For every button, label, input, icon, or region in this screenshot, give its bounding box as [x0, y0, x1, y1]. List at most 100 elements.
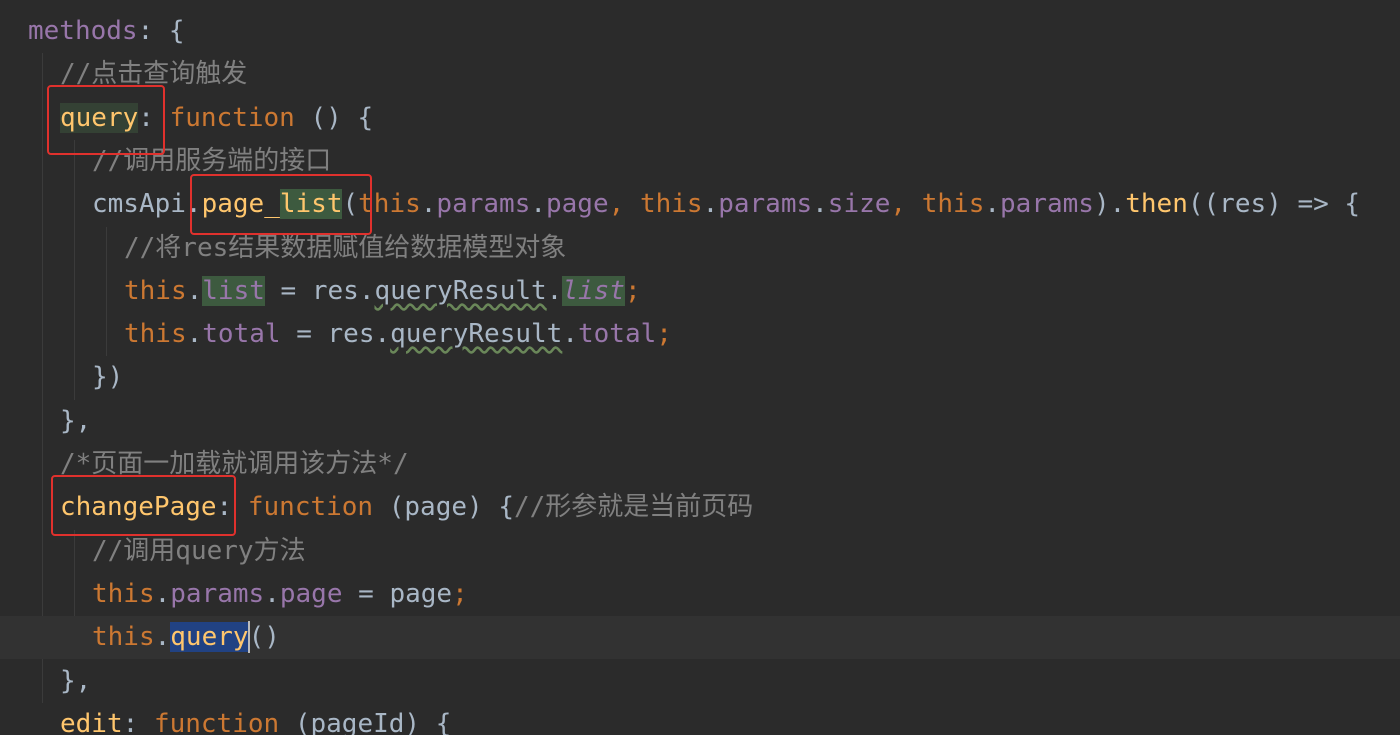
code-token: = res. — [264, 275, 375, 306]
code-token: params — [718, 189, 813, 220]
code-token: params — [1000, 189, 1094, 220]
code-token: then — [1125, 189, 1188, 220]
code-token: (page) { — [373, 492, 514, 523]
code-line[interactable]: //调用query方法 — [0, 530, 1400, 573]
code-token: methods — [28, 16, 138, 46]
code-line[interactable]: /*页面一加载就调用该方法*/ — [0, 443, 1400, 486]
code-line-content: //调用服务端的接口 — [92, 140, 331, 183]
code-line-content: }, — [60, 400, 91, 443]
code-token: page — [546, 189, 609, 220]
code-token: this — [921, 189, 985, 220]
code-token: = res. — [280, 319, 391, 350]
code-token: page_ — [201, 189, 280, 220]
code-line[interactable]: changePage: function (page) {//形参就是当前页码 — [0, 486, 1400, 529]
code-token: queryResult — [390, 319, 563, 350]
code-line-content: //将res结果数据赋值给数据模型对象 — [124, 227, 566, 270]
code-token: this — [124, 319, 187, 350]
code-token: this — [92, 578, 155, 609]
code-token: }, — [60, 665, 92, 696]
code-token: list — [279, 189, 343, 220]
code-line[interactable]: }) — [0, 356, 1400, 399]
code-token: . — [984, 189, 1001, 220]
code-line-content: changePage: function (page) {//形参就是当前页码 — [60, 486, 753, 529]
code-token: ; — [624, 275, 641, 306]
code-token: size — [827, 189, 891, 220]
code-token: function — [247, 492, 374, 523]
code-token: edit — [60, 708, 123, 735]
code-token: this — [124, 275, 187, 306]
code-token: ). — [1093, 189, 1126, 220]
code-token: . — [186, 319, 203, 350]
code-token: this — [92, 622, 155, 653]
code-token: query — [60, 102, 139, 133]
code-token: this — [358, 189, 421, 220]
code-token: ; — [656, 319, 672, 350]
code-token: . — [186, 275, 203, 306]
code-token: }) — [92, 362, 124, 393]
code-line[interactable]: this.params.page = page; — [0, 573, 1400, 616]
code-token: . — [154, 622, 171, 653]
code-token: (pageId) { — [279, 708, 452, 735]
code-line[interactable]: this.query() — [0, 616, 1400, 660]
code-line-content: }, — [60, 660, 91, 703]
code-token: . — [546, 275, 563, 306]
code-line[interactable]: methods: { — [0, 10, 1400, 53]
code-line[interactable]: query: function () { — [0, 97, 1400, 140]
code-token: ((res) => { — [1187, 189, 1361, 220]
code-token: params — [170, 578, 265, 609]
code-line[interactable]: //将res结果数据赋值给数据模型对象 — [0, 227, 1400, 270]
code-line-content: edit: function (pageId) { — [60, 703, 451, 735]
code-line-content: //点击查询触发 — [60, 53, 247, 96]
code-line[interactable]: this.total = res.queryResult.total; — [0, 313, 1400, 356]
code-token: function — [153, 708, 280, 735]
code-token: cmsApi. — [92, 189, 202, 220]
code-editor[interactable]: methods: { //点击查询触发 query: function () { //… — [0, 0, 1400, 735]
code-token: //调用query方法 — [92, 535, 306, 566]
code-line-content: //调用query方法 — [92, 530, 306, 573]
code-token: query — [170, 622, 249, 653]
code-line-content: this.query() — [92, 616, 280, 659]
code-line[interactable]: edit: function (pageId) { — [0, 703, 1400, 735]
code-token: list — [562, 275, 625, 306]
code-token: list — [202, 275, 265, 306]
code-token: . — [702, 189, 719, 220]
code-token: //点击查询触发 — [60, 59, 248, 90]
code-token: , — [890, 189, 922, 220]
code-line-content: /*页面一加载就调用该方法*/ — [60, 443, 409, 486]
code-token: . — [420, 189, 437, 220]
code-token: total — [577, 319, 657, 350]
code-token: //调用服务端的接口 — [92, 145, 332, 176]
code-token: () — [248, 622, 280, 653]
code-line-content: }) — [92, 356, 123, 399]
code-token: : { — [137, 16, 185, 46]
code-line[interactable]: }, — [0, 400, 1400, 443]
code-token: page — [279, 578, 343, 609]
code-line-content: cmsApi.page_list(this.params.page, this.… — [92, 183, 1360, 226]
code-token: () { — [294, 102, 374, 133]
code-line-content: this.list = res.queryResult.list; — [124, 270, 641, 313]
code-token: . — [154, 578, 171, 609]
code-token: ; — [452, 578, 468, 609]
code-token: . — [530, 189, 546, 220]
code-token: /*页面一加载就调用该方法*/ — [60, 449, 409, 479]
text-cursor — [248, 621, 250, 653]
code-token: = page — [342, 578, 453, 609]
code-token: }, — [60, 405, 92, 436]
code-token: : — [216, 492, 248, 523]
code-line-content: query: function () { — [60, 97, 373, 140]
code-line[interactable]: cmsApi.page_list(this.params.page, this.… — [0, 183, 1400, 226]
code-token: params — [436, 189, 531, 220]
code-token: queryResult — [374, 275, 547, 306]
code-line[interactable]: this.list = res.queryResult.list; — [0, 270, 1400, 313]
code-token: : — [122, 708, 154, 735]
code-token: . — [562, 319, 578, 350]
code-token: : — [138, 102, 170, 133]
code-token: //形参就是当前页码 — [513, 492, 754, 523]
code-token: . — [812, 189, 828, 220]
code-token: total — [202, 319, 281, 350]
code-token: ( — [342, 189, 359, 220]
code-line[interactable]: //点击查询触发 — [0, 53, 1400, 96]
code-token: , — [608, 189, 640, 220]
code-line[interactable]: }, — [0, 660, 1400, 703]
code-line[interactable]: //调用服务端的接口 — [0, 140, 1400, 183]
